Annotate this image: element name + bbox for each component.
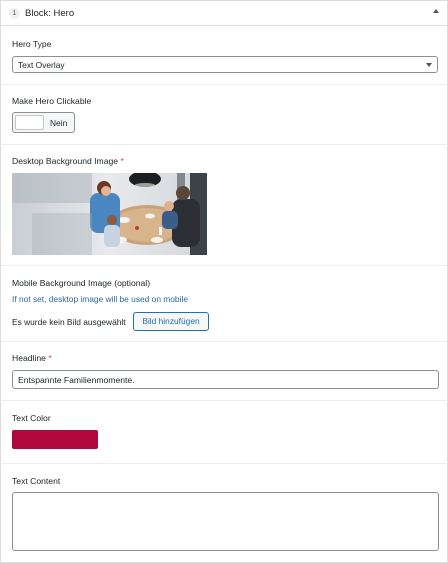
desktop-bg-label-text: Desktop Background Image <box>12 156 119 166</box>
hero-type-section: Hero Type Text Overlay <box>1 27 447 85</box>
mobile-bg-description: If not set, desktop image will be used o… <box>12 294 188 304</box>
text-content-textarea[interactable] <box>12 492 439 551</box>
toggle-knob <box>15 115 44 130</box>
block-number-badge: 1 <box>9 8 20 19</box>
hero-type-select[interactable]: Text Overlay <box>12 56 438 73</box>
clickable-section: Make Hero Clickable Nein <box>1 85 447 145</box>
clickable-label: Make Hero Clickable <box>12 96 92 106</box>
text-color-label: Text Color <box>12 413 51 423</box>
caret-up-icon[interactable] <box>433 9 439 13</box>
block-title: Block: Hero <box>25 8 75 19</box>
headline-input-value: Entspannte Familienmomente. <box>18 375 135 385</box>
text-content-label: Text Content <box>12 476 61 486</box>
no-image-selected-text: Es wurde kein Bild ausgewählt <box>12 317 126 327</box>
text-color-section: Text Color <box>1 401 447 464</box>
desktop-bg-label: Desktop Background Image * <box>12 156 124 166</box>
clickable-toggle[interactable]: Nein <box>12 112 75 133</box>
hero-block-panel: 1 Block: Hero Hero Type Text Overlay Mak… <box>0 0 448 563</box>
required-mark: * <box>48 353 52 363</box>
headline-input[interactable]: Entspannte Familienmomente. <box>12 370 439 389</box>
block-header[interactable]: 1 Block: Hero <box>1 1 447 26</box>
desktop-bg-image-preview[interactable] <box>12 173 207 255</box>
headline-section: Headline * Entspannte Familienmomente. <box>1 342 447 401</box>
add-image-button[interactable]: Bild hinzufügen <box>133 312 209 331</box>
mobile-bg-section: Mobile Background Image (optional) If no… <box>1 266 447 342</box>
chevron-down-icon <box>426 63 432 67</box>
headline-label: Headline * <box>12 353 52 363</box>
desktop-bg-section: Desktop Background Image * <box>1 145 447 266</box>
toggle-state-text: Nein <box>50 118 68 128</box>
hero-type-selected-value: Text Overlay <box>18 60 65 70</box>
headline-label-text: Headline <box>12 353 46 363</box>
hero-type-label: Hero Type <box>12 39 52 49</box>
required-mark: * <box>120 156 124 166</box>
text-content-section: Text Content <box>1 464 447 562</box>
family-photo-image <box>12 173 207 255</box>
text-color-swatch[interactable] <box>12 430 98 449</box>
mobile-bg-label: Mobile Background Image (optional) <box>12 278 151 288</box>
